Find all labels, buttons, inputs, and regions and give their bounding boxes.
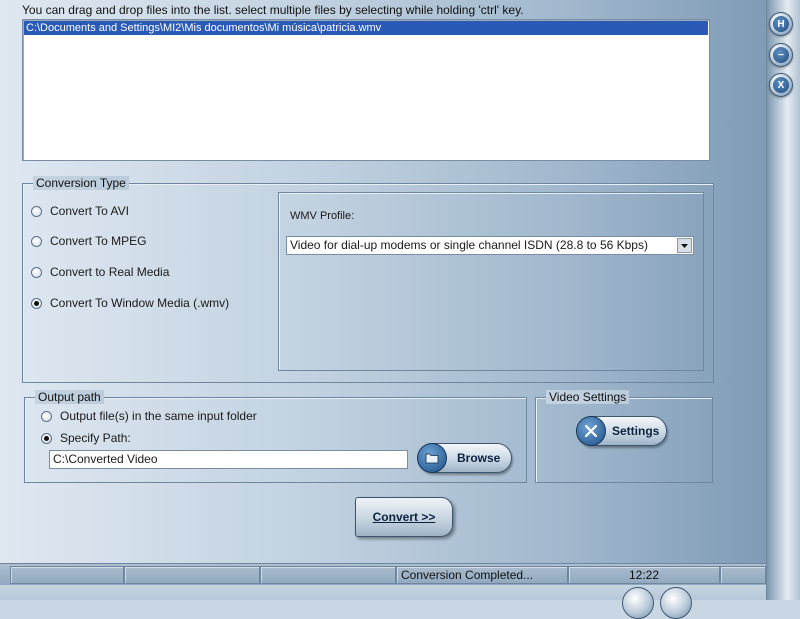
wmv-profile-select[interactable]: Video for dial-up modems or single chann… [286, 236, 694, 255]
status-bar: Conversion Completed... 12:22 [0, 563, 766, 586]
browse-label: Browse [457, 451, 501, 465]
folder-icon [417, 443, 447, 473]
instructions-text: You can drag and drop files into the lis… [22, 3, 524, 17]
convert-button[interactable]: Convert >> [355, 497, 453, 537]
help-button[interactable]: H [769, 12, 793, 36]
radio-button-selected[interactable] [31, 297, 42, 309]
status-time: 12:22 [568, 566, 720, 584]
radio-label: Convert to Real Media [50, 265, 170, 279]
output-path-legend: Output path [35, 390, 104, 404]
browse-button[interactable]: Browse [417, 443, 512, 473]
radio-label: Specify Path: [60, 431, 131, 445]
radio-convert-mpeg[interactable]: Convert To MPEG [31, 234, 146, 248]
radio-button[interactable] [31, 266, 42, 278]
minimize-icon: − [773, 47, 789, 63]
status-cell-empty [260, 566, 396, 584]
help-icon: H [773, 16, 789, 32]
file-list[interactable]: C:\Documents and Settings\MI2\Mis docume… [22, 19, 710, 161]
radio-specify-path[interactable]: Specify Path: [41, 431, 131, 445]
radio-button[interactable] [41, 410, 52, 422]
status-message: Conversion Completed... [396, 566, 568, 584]
radio-button-selected[interactable] [41, 432, 52, 444]
radio-convert-avi[interactable]: Convert To AVI [31, 204, 129, 218]
radio-label: Output file(s) in the same input folder [60, 409, 257, 423]
output-path-input[interactable]: C:\Converted Video [49, 450, 408, 469]
status-cell-empty [720, 566, 766, 584]
dropdown-arrow-icon[interactable] [677, 238, 692, 253]
radio-button[interactable] [31, 235, 42, 247]
radio-convert-wmv[interactable]: Convert To Window Media (.wmv) [31, 296, 229, 310]
status-cell-empty [10, 566, 124, 584]
video-settings-legend: Video Settings [546, 390, 630, 404]
conversion-type-legend: Conversion Type [33, 176, 129, 190]
wmv-profile-value: Video for dial-up modems or single chann… [290, 238, 648, 252]
radio-label: Convert To MPEG [50, 234, 147, 248]
radio-same-folder[interactable]: Output file(s) in the same input folder [41, 409, 257, 423]
minimize-button[interactable]: − [769, 43, 793, 67]
radio-label: Convert To Window Media (.wmv) [50, 296, 230, 310]
radio-button[interactable] [31, 205, 42, 217]
wmv-profile-label: WMV Profile: [290, 210, 355, 222]
close-icon: X [773, 77, 789, 93]
status-cell-empty [124, 566, 260, 584]
settings-button[interactable]: Settings [576, 416, 667, 446]
bottom-round-button[interactable] [622, 587, 654, 619]
bottom-round-button[interactable] [660, 587, 692, 619]
file-list-item[interactable]: C:\Documents and Settings\MI2\Mis docume… [24, 21, 708, 35]
close-button[interactable]: X [769, 73, 793, 97]
tools-icon [576, 416, 606, 446]
radio-label: Convert To AVI [50, 204, 129, 218]
converter-window: You can drag and drop files into the lis… [0, 0, 770, 619]
radio-convert-real-media[interactable]: Convert to Real Media [31, 265, 169, 279]
settings-label: Settings [612, 424, 660, 438]
